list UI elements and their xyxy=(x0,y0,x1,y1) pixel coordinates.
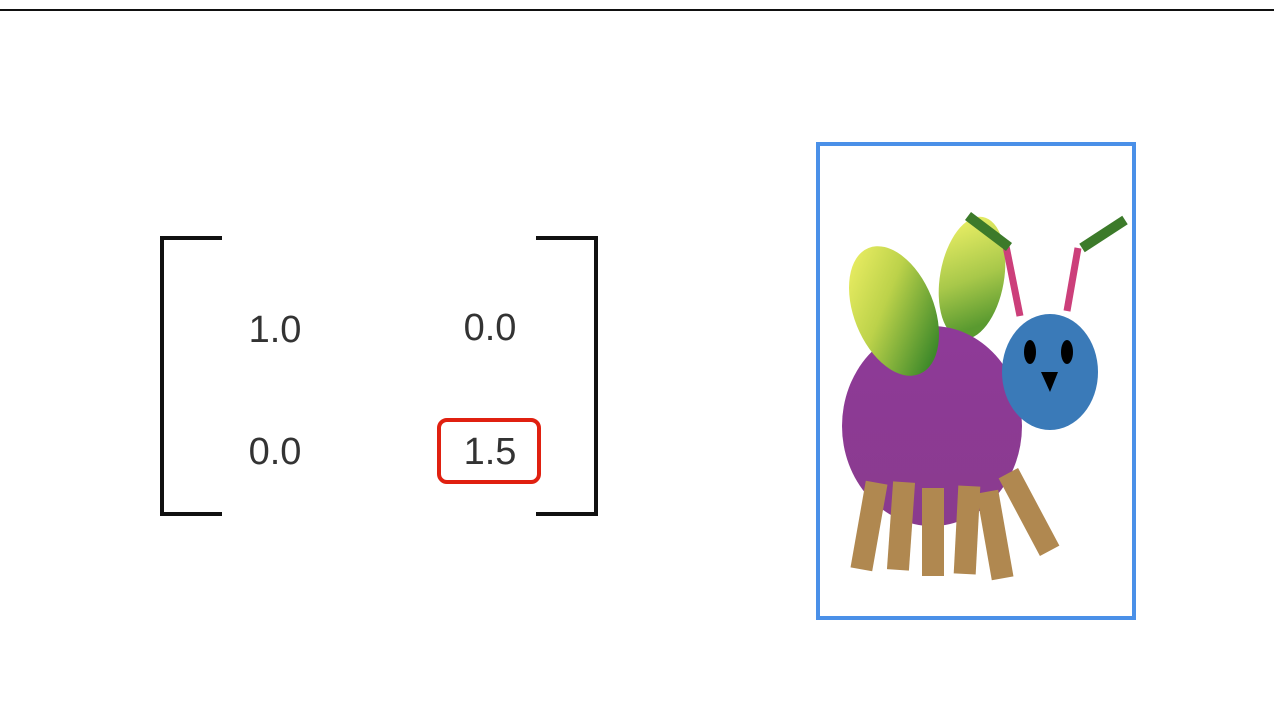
leg xyxy=(953,485,981,575)
bug-illustration xyxy=(842,212,1128,581)
right-antenna-tip xyxy=(1079,215,1128,253)
highlight-box xyxy=(437,418,541,484)
left-eye xyxy=(1024,340,1036,364)
matrix: 1.0 0.0 0.0 1.5 xyxy=(160,236,600,522)
matrix-cell-r1c2: 0.0 xyxy=(463,307,517,349)
leg xyxy=(976,489,1014,581)
matrix-right-bracket xyxy=(536,236,598,516)
leg xyxy=(998,467,1060,557)
right-eye xyxy=(1061,340,1073,364)
leg xyxy=(922,488,944,576)
matrix-left-bracket xyxy=(160,236,222,516)
leg xyxy=(850,480,888,572)
matrix-cell-r1c1: 1.0 xyxy=(248,309,302,351)
right-antenna xyxy=(1063,247,1082,312)
matrix-cell-r2c1: 0.0 xyxy=(248,431,302,473)
image-frame xyxy=(816,142,1136,620)
left-antenna xyxy=(1001,240,1024,317)
top-divider xyxy=(0,9,1274,11)
back-wing xyxy=(938,216,1006,340)
